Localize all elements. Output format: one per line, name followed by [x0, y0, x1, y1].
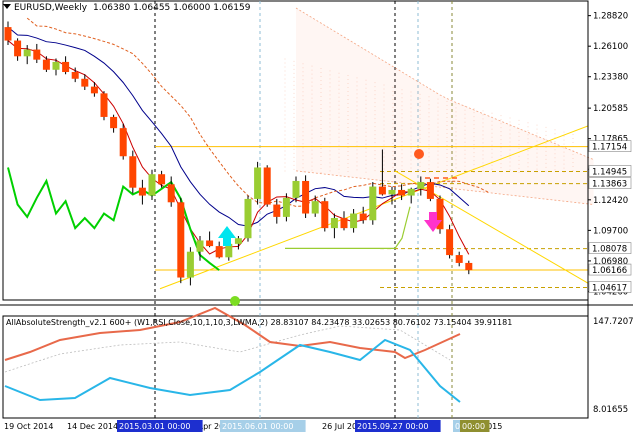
bear-candle[interactable]: [33, 49, 41, 60]
time-label: 19 Oct 2014: [4, 422, 53, 431]
price-tag-label: 1.08078: [592, 245, 627, 255]
bull-candle[interactable]: [148, 174, 156, 196]
bull-candle[interactable]: [23, 49, 31, 57]
bear-candle[interactable]: [177, 202, 185, 278]
bear-candle[interactable]: [321, 201, 329, 229]
bear-candle[interactable]: [100, 93, 108, 117]
bear-candle[interactable]: [14, 40, 22, 57]
cloud-fill: [296, 8, 594, 205]
bear-candle[interactable]: [81, 78, 89, 87]
chart-canvas[interactable]: 1.288201.261001.233801.205851.178651.151…: [0, 0, 633, 435]
bear-candle[interactable]: [426, 182, 434, 199]
price-tick-label: 1.23380: [593, 73, 628, 83]
price-axis: 1.288201.261001.233801.205851.178651.151…: [587, 1, 633, 418]
price-tag-label: 1.17154: [592, 143, 627, 153]
price-tick-label: 1.26100: [593, 42, 628, 52]
price-tick-label: 1.12420: [593, 196, 628, 206]
time-highlight-label: 2015.03.01 00:00: [119, 422, 190, 431]
bear-candle[interactable]: [4, 27, 12, 41]
bear-candle[interactable]: [273, 204, 281, 217]
bull-candle[interactable]: [196, 240, 204, 252]
up-arrow-signal-icon[interactable]: [218, 226, 236, 246]
bear-candle[interactable]: [90, 86, 98, 94]
indicator-pane-frame: [2, 315, 589, 419]
bear-candle[interactable]: [215, 246, 223, 258]
bear-candle[interactable]: [302, 180, 310, 214]
price-tag-label: 1.06166: [592, 266, 627, 276]
bear-candle[interactable]: [158, 174, 166, 185]
bear-candle[interactable]: [398, 189, 406, 196]
bear-candle[interactable]: [138, 187, 146, 196]
bull-candle[interactable]: [388, 189, 396, 195]
bull-candle[interactable]: [52, 61, 60, 70]
bear-candle[interactable]: [206, 240, 214, 247]
price-tick-label: 1.28820: [593, 12, 628, 22]
bear-candle[interactable]: [359, 213, 367, 221]
time-label: 14 Dec 2014: [67, 422, 118, 431]
ohlc-values: 1.06380 1.06455 1.06000 1.06159: [92, 3, 251, 13]
bear-candle[interactable]: [446, 229, 454, 256]
price-tick-label: 1.20585: [593, 104, 628, 114]
ichimoku-cloud: [284, 7, 594, 205]
time-highlight-label: 00:00: [462, 422, 485, 431]
bear-candle[interactable]: [167, 184, 175, 203]
bear-candle[interactable]: [455, 255, 463, 263]
bears-strength-line: [4, 338, 461, 403]
collapse-triangle-icon[interactable]: [3, 4, 11, 9]
indicator-tick-label: 147.7207: [593, 317, 633, 327]
chart-window[interactable]: 1.288201.261001.233801.205851.178651.151…: [0, 0, 633, 435]
bull-candle[interactable]: [407, 188, 415, 196]
bull-candle[interactable]: [186, 251, 194, 278]
bull-candle[interactable]: [282, 197, 290, 217]
bear-candle[interactable]: [119, 128, 127, 157]
lime-dot-marker-icon[interactable]: [230, 296, 240, 306]
bear-candle[interactable]: [129, 156, 137, 188]
bear-candle[interactable]: [110, 116, 118, 129]
indicator-header: AllAbsoluteStrength_v2.1 600+ (W1,RSI,Cl…: [6, 318, 513, 327]
price-tick-label: 1.09700: [593, 226, 628, 236]
time-highlight-label: 2015.06.01 00:00: [222, 422, 293, 431]
bear-candle[interactable]: [71, 72, 79, 79]
bull-candle[interactable]: [417, 182, 425, 189]
bear-candle[interactable]: [465, 262, 473, 271]
price-tag-label: 1.14945: [592, 167, 627, 177]
bear-candle[interactable]: [62, 61, 70, 73]
ghost-signal-line: [4, 325, 451, 373]
bear-candle[interactable]: [263, 167, 271, 205]
bull-candle[interactable]: [292, 180, 300, 198]
price-tag-label: 1.13863: [592, 180, 627, 190]
bull-candle[interactable]: [254, 167, 262, 199]
bull-candle[interactable]: [234, 238, 242, 244]
symbol-title: EURUSD,Weekly: [14, 3, 88, 13]
chart-header: EURUSD,Weekly 1.06380 1.06455 1.06000 1.…: [3, 3, 250, 13]
indicator-tick-label: 8.01655: [593, 405, 628, 415]
bear-candle[interactable]: [340, 218, 348, 229]
bull-candle[interactable]: [311, 201, 319, 214]
price-tag-label: 1.04617: [592, 283, 627, 293]
bull-candle[interactable]: [350, 213, 358, 229]
bull-candle[interactable]: [369, 186, 377, 221]
bear-candle[interactable]: [378, 186, 386, 195]
bear-candle[interactable]: [42, 59, 50, 70]
time-axis: 19 Oct 2014 14 Dec 2014 5 Apr 2015 26 Jul 2…: [4, 420, 502, 432]
bull-candle[interactable]: [330, 218, 338, 229]
orange-dot-marker-icon[interactable]: [414, 149, 424, 159]
bull-candle[interactable]: [244, 198, 252, 239]
time-highlight-label: 2015.09.27 00:00: [357, 422, 428, 431]
